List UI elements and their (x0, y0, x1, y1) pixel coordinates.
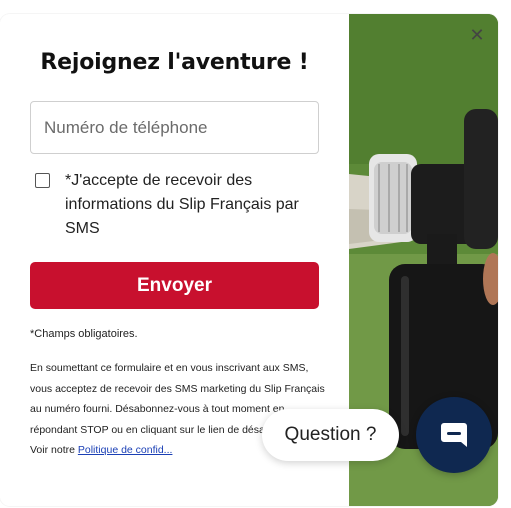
chat-bubble-icon (441, 423, 467, 447)
consent-checkbox[interactable] (35, 173, 50, 188)
submit-button[interactable]: Envoyer (30, 262, 319, 309)
privacy-policy-link[interactable]: Politique de confid... (78, 444, 173, 456)
phone-input[interactable] (30, 101, 319, 154)
required-note: *Champs obligatoires. (30, 328, 138, 340)
popup-title: Rejoignez l'aventure ! (40, 50, 309, 75)
close-icon[interactable]: ✕ (465, 24, 489, 48)
page: Rejoignez l'aventure ! *J'accepte de rec… (0, 0, 511, 508)
chat-prompt-label: Question ? (284, 424, 377, 445)
consent-label: *J'accepte de recevoir des informations … (65, 172, 299, 237)
chat-prompt-bubble[interactable]: Question ? (262, 409, 399, 461)
chat-launcher-button[interactable] (416, 397, 492, 473)
